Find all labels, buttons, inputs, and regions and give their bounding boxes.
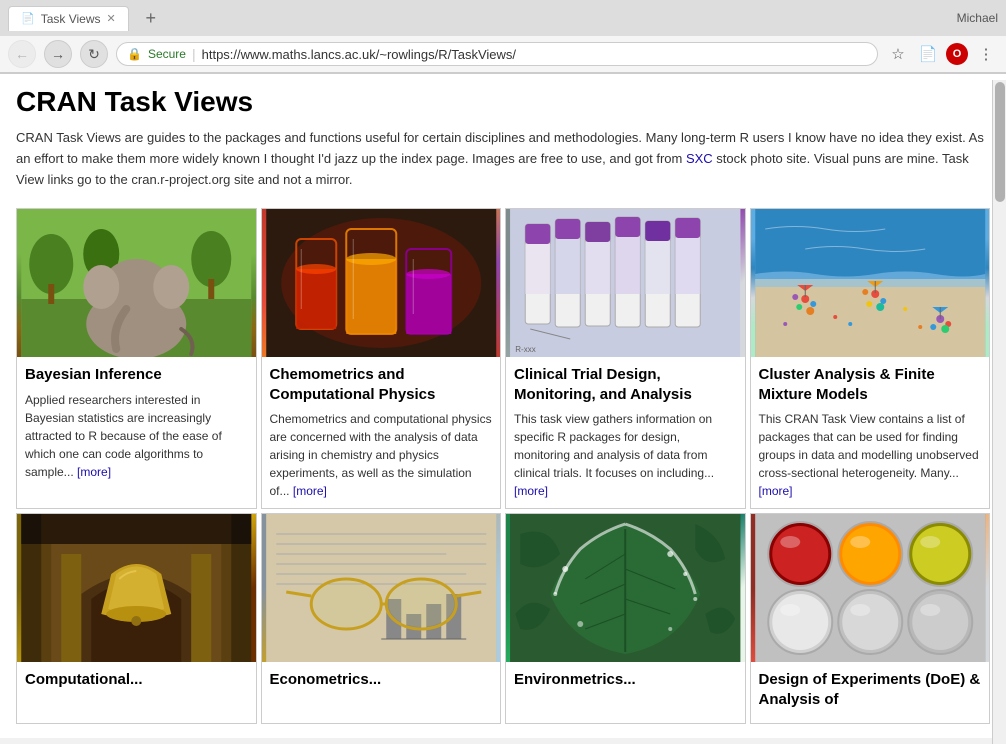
scrollbar — [992, 80, 1006, 744]
active-tab[interactable]: 📄 Task Views ✕ — [8, 6, 129, 31]
card-image-bayesian — [17, 209, 256, 357]
browser-toolbar: ← → ↻ 🔒 Secure | https://www.maths.lancs… — [0, 36, 1006, 73]
card-text-clinical: This task view gathers information on sp… — [514, 410, 737, 500]
card-doe: Design of Experiments (DoE) & Analysis o… — [750, 513, 991, 724]
card-econometrics: Econometrics... — [261, 513, 502, 724]
sxc-link[interactable]: SXC — [686, 151, 713, 166]
card-body-bayesian: Bayesian Inference Applied researchers i… — [17, 357, 256, 508]
address-url: https://www.maths.lancs.ac.uk/~rowlings/… — [202, 47, 867, 62]
card-title-bayesian: Bayesian Inference — [25, 365, 248, 385]
page-title: CRAN Task Views — [16, 86, 990, 118]
card-body-doe: Design of Experiments (DoE) & Analysis o… — [751, 662, 990, 723]
chemometrics-more-link[interactable]: [more] — [293, 484, 327, 498]
card-text-cluster: This CRAN Task View contains a list of p… — [759, 410, 982, 500]
card-title-computational: Computational... — [25, 670, 248, 690]
toolbar-icons: ☆ 📄 O ⋮ — [886, 42, 998, 66]
tab-close-button[interactable]: ✕ — [107, 12, 116, 25]
user-name: Michael — [957, 11, 998, 25]
card-body-chemometrics: Chemometrics and Computational Physics C… — [262, 357, 501, 508]
page-icon[interactable]: 📄 — [916, 42, 940, 66]
bayesian-more-link[interactable]: [more] — [77, 465, 111, 479]
tab-title: Task Views — [41, 12, 101, 26]
card-clinical-trial: R-xxx Clinical Trial Design, Monitoring,… — [505, 208, 746, 509]
card-image-bell — [17, 514, 256, 662]
card-grid: Bayesian Inference Applied researchers i… — [16, 208, 990, 724]
card-image-cluster — [751, 209, 990, 357]
card-image-clinical: R-xxx — [506, 209, 745, 357]
card-title-doe: Design of Experiments (DoE) & Analysis o… — [759, 670, 982, 709]
card-text-chemometrics: Chemometrics and computational physics a… — [270, 410, 493, 500]
card-bayesian-inference: Bayesian Inference Applied researchers i… — [16, 208, 257, 509]
card-environmetrics: Environmetrics... — [505, 513, 746, 724]
address-separator: | — [192, 46, 196, 62]
menu-button[interactable]: ⋮ — [974, 42, 998, 66]
card-body-econometrics: Econometrics... — [262, 662, 501, 723]
card-chemometrics: Chemometrics and Computational Physics C… — [261, 208, 502, 509]
card-image-glasses — [262, 514, 501, 662]
secure-label: Secure — [148, 47, 186, 61]
opera-icon[interactable]: O — [946, 43, 968, 65]
address-bar[interactable]: 🔒 Secure | https://www.maths.lancs.ac.uk… — [116, 42, 878, 66]
page-content: CRAN Task Views CRAN Task Views are guid… — [0, 74, 1006, 738]
forward-button[interactable]: → — [44, 40, 72, 68]
scrollbar-thumb[interactable] — [995, 82, 1005, 202]
card-title-environmetrics: Environmetrics... — [514, 670, 737, 690]
clinical-more-link[interactable]: [more] — [514, 484, 548, 498]
title-bar: 📄 Task Views ✕ + Michael — [0, 0, 1006, 36]
secure-icon: 🔒 — [127, 47, 142, 61]
card-image-chemometrics — [262, 209, 501, 357]
bookmark-star-icon[interactable]: ☆ — [886, 42, 910, 66]
svg-text:R-xxx: R-xxx — [515, 345, 535, 354]
refresh-button[interactable]: ↻ — [80, 40, 108, 68]
card-computational: Computational... — [16, 513, 257, 724]
cluster-more-link[interactable]: [more] — [759, 484, 793, 498]
card-title-econometrics: Econometrics... — [270, 670, 493, 690]
card-body-computational: Computational... — [17, 662, 256, 723]
tab-icon: 📄 — [21, 12, 35, 25]
back-button[interactable]: ← — [8, 40, 36, 68]
new-tab-button[interactable]: + — [137, 4, 165, 32]
page-description: CRAN Task Views are guides to the packag… — [16, 128, 990, 190]
card-body-environmetrics: Environmetrics... — [506, 662, 745, 723]
card-title-clinical: Clinical Trial Design, Monitoring, and A… — [514, 365, 737, 404]
card-title-cluster: Cluster Analysis & Finite Mixture Models — [759, 365, 982, 404]
card-image-leaf — [506, 514, 745, 662]
browser-chrome: 📄 Task Views ✕ + Michael ← → ↻ 🔒 Secure … — [0, 0, 1006, 74]
card-body-cluster: Cluster Analysis & Finite Mixture Models… — [751, 357, 990, 508]
card-cluster-analysis: Cluster Analysis & Finite Mixture Models… — [750, 208, 991, 509]
card-text-bayesian: Applied researchers interested in Bayesi… — [25, 391, 248, 481]
card-title-chemometrics: Chemometrics and Computational Physics — [270, 365, 493, 404]
card-body-clinical: Clinical Trial Design, Monitoring, and A… — [506, 357, 745, 508]
card-image-doe — [751, 514, 990, 662]
